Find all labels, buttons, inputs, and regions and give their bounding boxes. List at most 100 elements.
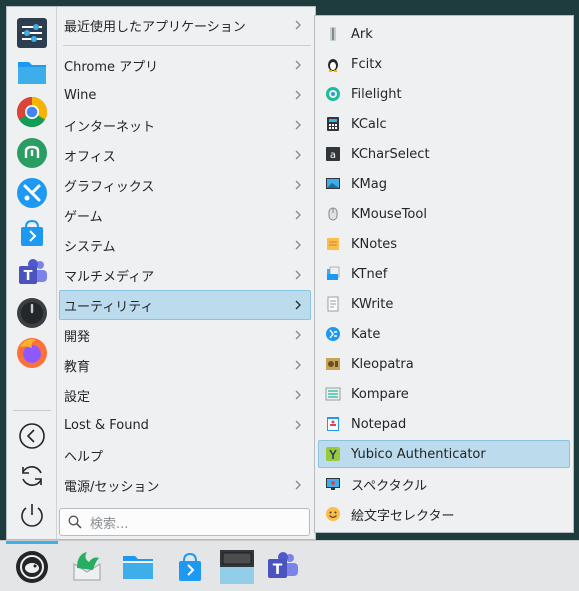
category-education[interactable]: 教育 (59, 350, 311, 380)
chevron-right-icon (295, 330, 301, 340)
chevron-right-icon (295, 60, 301, 70)
app-kmousetool[interactable]: KMouseTool (318, 200, 570, 228)
chrome-icon[interactable] (16, 96, 48, 128)
category-recent-apps[interactable]: 最近使用したアプリケーション (59, 10, 311, 40)
category-office[interactable]: オフィス (59, 140, 311, 170)
discover-icon[interactable] (16, 217, 48, 249)
chevron-right-icon (295, 360, 301, 370)
magnifier-icon (326, 178, 340, 189)
app-ark[interactable]: Ark (318, 20, 570, 48)
app-emoji-selector[interactable]: 絵文字セレクター (318, 500, 570, 528)
category-utilities[interactable]: ユーティリティ (59, 290, 311, 320)
category-label: オフィス (64, 149, 116, 165)
category-power-session[interactable]: 電源/セッション (59, 470, 311, 500)
app-ktnef[interactable]: KTnef (318, 260, 570, 288)
app-label: Kate (351, 326, 381, 342)
kate-icon (326, 327, 340, 341)
teams-icon[interactable]: T (16, 257, 48, 289)
firefox-icon[interactable] (16, 337, 48, 369)
back-circle-icon[interactable] (18, 422, 46, 450)
app-filelight[interactable]: Filelight (318, 80, 570, 108)
category-label: システム (64, 239, 116, 255)
app-kwrite[interactable]: KWrite (318, 290, 570, 318)
app-fcitx[interactable]: Fcitx (318, 50, 570, 78)
filelight-icon (326, 87, 340, 101)
category-label: 教育 (64, 359, 91, 375)
utilities-submenu: Ark Fcitx Filelight KCalc a KCharSelect … (314, 15, 574, 533)
category-label: ユーティリティ (64, 299, 154, 315)
app-label: KNotes (351, 236, 398, 252)
category-graphics[interactable]: グラフィックス (59, 170, 311, 200)
category-label: Lost & Found (64, 417, 149, 433)
chevron-right-icon (295, 180, 301, 190)
app-label: KCharSelect (351, 146, 430, 162)
category-label: ヘルプ (64, 449, 104, 465)
category-internet[interactable]: インターネット (59, 110, 311, 140)
chevron-right-icon (295, 240, 301, 250)
kleopatra-icon (326, 358, 340, 370)
chevron-right-icon (295, 390, 301, 400)
category-wine[interactable]: Wine (59, 80, 311, 110)
power-icon[interactable] (18, 501, 46, 529)
svg-text:T: T (273, 562, 283, 578)
category-help[interactable]: ヘルプ (59, 440, 311, 470)
category-label: 最近使用したアプリケーション (64, 19, 246, 35)
category-multimedia[interactable]: マルチメディア (59, 260, 311, 290)
category-games[interactable]: ゲーム (59, 200, 311, 230)
app-kate[interactable]: Kate (318, 320, 570, 348)
kde-connect-icon[interactable] (16, 177, 48, 209)
app-spectacle[interactable]: スペクタクル (318, 470, 570, 498)
svg-text:a: a (330, 150, 336, 161)
category-label: ゲーム (64, 209, 103, 225)
app-label: Fcitx (351, 56, 383, 72)
spectacle-icon (326, 478, 340, 490)
folder-icon[interactable] (16, 56, 48, 88)
divider (13, 410, 51, 411)
category-label: インターネット (64, 119, 156, 135)
opensuse-launcher-icon[interactable] (15, 550, 49, 584)
app-kcalc[interactable]: KCalc (318, 110, 570, 138)
settings-sliders-icon[interactable] (16, 17, 48, 49)
app-label: Ark (351, 26, 373, 42)
app-knotes[interactable]: KNotes (318, 230, 570, 258)
dolphin-icon[interactable] (121, 550, 155, 584)
divider (63, 45, 311, 46)
category-system[interactable]: システム (59, 230, 311, 260)
category-label: Chrome アプリ (64, 59, 159, 75)
notes-icon (327, 238, 339, 250)
category-lost-found[interactable]: Lost & Found (59, 410, 311, 440)
penguin-icon (328, 59, 338, 72)
window-thumbnail-icon[interactable] (219, 550, 255, 584)
app-label: Kompare (351, 386, 409, 402)
app-label: KWrite (351, 296, 394, 312)
app-yubico-authenticator[interactable]: Yubico Authenticator (318, 440, 570, 468)
app-label: Yubico Authenticator (351, 446, 486, 462)
calculator-icon (327, 117, 339, 131)
refresh-icon[interactable] (18, 462, 46, 490)
category-label: 開発 (64, 329, 91, 345)
teams-icon[interactable]: T (265, 550, 299, 584)
category-development[interactable]: 開発 (59, 320, 311, 350)
search-icon (68, 515, 82, 529)
power-dial-icon[interactable] (16, 297, 48, 329)
kmail-icon[interactable] (70, 550, 104, 584)
chevron-right-icon (295, 300, 301, 310)
app-label: Filelight (351, 86, 402, 102)
app-kleopatra[interactable]: Kleopatra (318, 350, 570, 378)
notepad-icon (327, 417, 339, 431)
category-settings[interactable]: 設定 (59, 380, 311, 410)
chevron-right-icon (295, 480, 301, 490)
mastodon-icon[interactable] (16, 137, 48, 169)
app-label: KMouseTool (351, 206, 427, 222)
app-kcharselect[interactable]: a KCharSelect (318, 140, 570, 168)
app-kmag[interactable]: KMag (318, 170, 570, 198)
category-label: グラフィックス (64, 179, 155, 195)
app-kompare[interactable]: Kompare (318, 380, 570, 408)
category-chrome-apps[interactable]: Chrome アプリ (59, 50, 311, 80)
search-input[interactable]: 検索... (59, 508, 310, 536)
discover-icon[interactable] (173, 550, 207, 584)
app-label: 絵文字セレクター (351, 508, 455, 524)
search-placeholder: 検索... (90, 516, 129, 532)
app-notepad[interactable]: Notepad (318, 410, 570, 438)
yubico-icon (326, 447, 340, 461)
